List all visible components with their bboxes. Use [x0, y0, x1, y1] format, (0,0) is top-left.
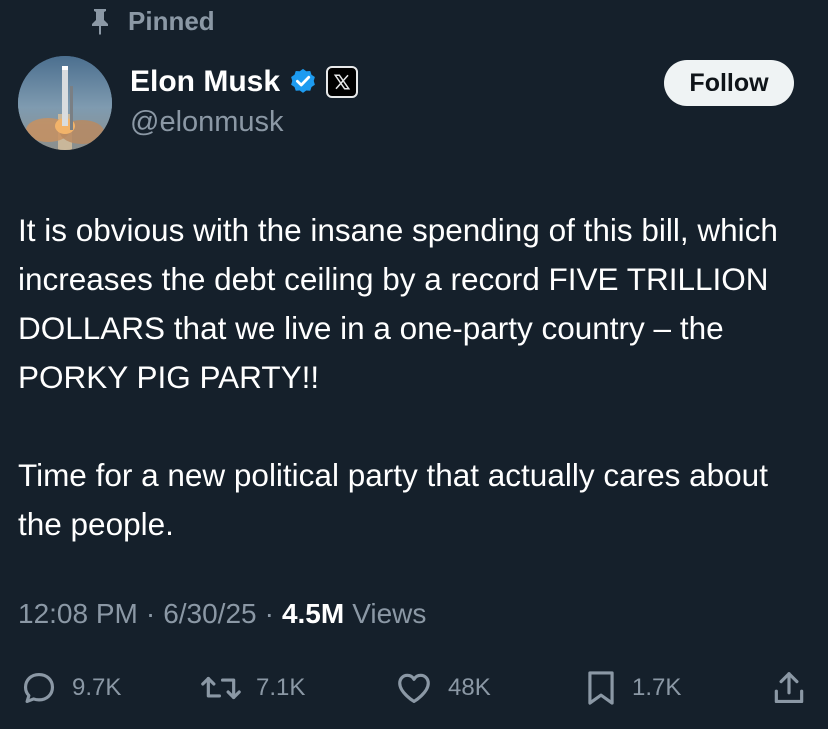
tweet-text: It is obvious with the insane spending o…	[18, 206, 818, 549]
repost-icon	[200, 669, 242, 707]
tweet-paragraph: Time for a new political party that actu…	[18, 457, 768, 542]
bookmark-count: 1.7K	[632, 674, 682, 701]
like-count: 48K	[448, 674, 491, 701]
x-logo-icon[interactable]	[326, 66, 359, 98]
handle[interactable]: @elonmusk	[130, 106, 358, 139]
avatar[interactable]	[18, 56, 112, 150]
pinned-label: Pinned	[128, 5, 215, 36]
bookmark-button[interactable]: 1.7K	[584, 664, 681, 712]
display-name[interactable]: Elon Musk	[130, 65, 280, 99]
views-label: Views	[352, 598, 427, 629]
reply-count: 9.7K	[72, 674, 122, 701]
tweet-paragraph: It is obvious with the insane spending o…	[18, 212, 778, 395]
share-icon	[770, 669, 808, 707]
verified-badge-icon[interactable]	[288, 67, 318, 97]
like-button[interactable]: 48K	[394, 664, 491, 712]
reply-button[interactable]: 9.7K	[20, 664, 121, 712]
share-button[interactable]	[770, 664, 808, 712]
heart-icon	[394, 669, 434, 707]
pinned-indicator: Pinned	[88, 4, 215, 38]
name-row: Elon Musk	[130, 62, 359, 102]
meta-separator: ·	[264, 598, 274, 629]
bookmark-icon	[584, 669, 618, 707]
tweet-time[interactable]: 12:08 PM	[18, 598, 138, 630]
action-bar: 9.7K 7.1K 48K 1.7K	[0, 664, 828, 712]
author-block[interactable]: Elon Musk @elonmusk	[130, 62, 359, 139]
pin-icon	[88, 7, 112, 35]
tweet-date[interactable]: 6/30/25	[163, 598, 256, 630]
repost-count: 7.1K	[256, 674, 306, 701]
tweet-meta: 12:08 PM · 6/30/25 · 4.5M Views	[18, 594, 426, 634]
meta-separator: ·	[145, 598, 156, 629]
reply-icon	[20, 669, 58, 707]
follow-button[interactable]: Follow	[664, 60, 794, 106]
repost-button[interactable]: 7.1K	[200, 664, 305, 712]
views-count[interactable]: 4.5M	[282, 598, 344, 630]
